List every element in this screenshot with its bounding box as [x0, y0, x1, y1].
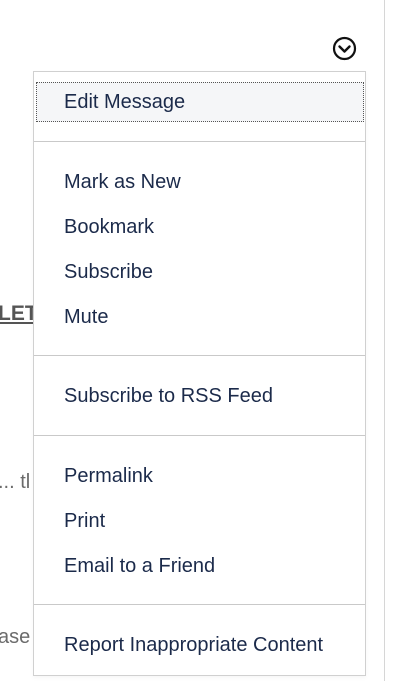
chevron-down-circle-icon	[332, 36, 357, 61]
background-text-fragment-bottom: ase	[0, 626, 31, 648]
menu-item-subscribe[interactable]: Subscribe	[34, 252, 365, 292]
content-right-border	[384, 0, 385, 681]
menu-item-permalink[interactable]: Permalink	[34, 456, 365, 496]
menu-separator	[34, 355, 365, 356]
menu-item-mute[interactable]: Mute	[34, 297, 365, 337]
menu-item-mark-as-new[interactable]: Mark as New	[34, 162, 365, 202]
message-options-menu: Edit Message Mark as New Bookmark Subscr…	[33, 71, 366, 676]
menu-separator	[34, 141, 365, 142]
menu-item-subscribe-rss[interactable]: Subscribe to RSS Feed	[34, 376, 365, 416]
menu-item-email-friend[interactable]: Email to a Friend	[34, 546, 365, 586]
menu-item-bookmark[interactable]: Bookmark	[34, 207, 365, 247]
background-text-fragment: ... tl	[0, 471, 31, 493]
menu-separator	[34, 435, 365, 436]
message-options-toggle-button[interactable]	[332, 36, 357, 61]
menu-item-report-content[interactable]: Report Inappropriate Content	[34, 625, 365, 665]
menu-item-edit-message[interactable]: Edit Message	[36, 82, 364, 122]
menu-separator	[34, 604, 365, 605]
menu-item-print[interactable]: Print	[34, 501, 365, 541]
